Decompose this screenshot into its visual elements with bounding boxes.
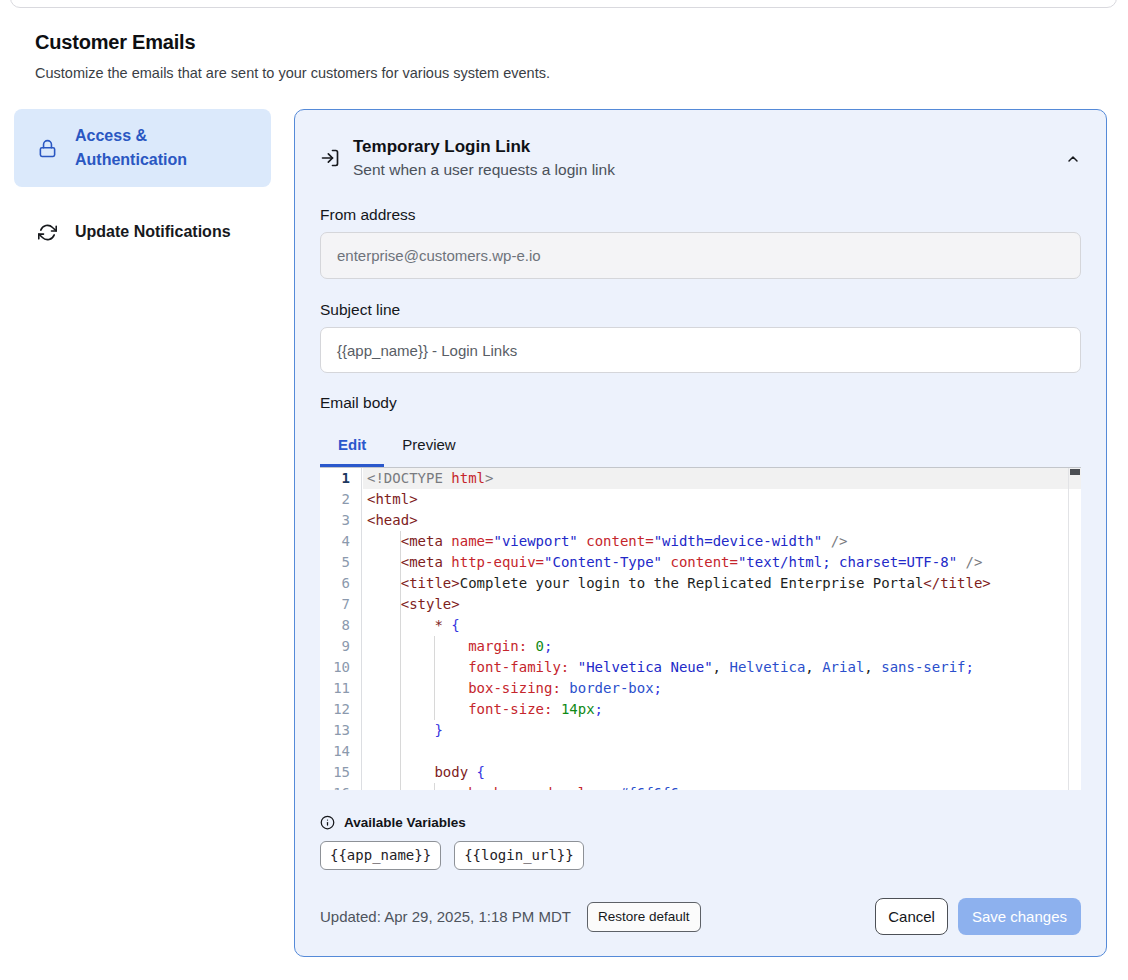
code-line[interactable]: <meta name="viewport" content="width=dev… bbox=[367, 531, 1068, 552]
editor-tabs: Edit Preview bbox=[320, 426, 1081, 468]
gutter: 12345678910111213141516 bbox=[320, 468, 362, 790]
line-number: 12 bbox=[320, 699, 361, 720]
variable-chip[interactable]: {{login_url}} bbox=[454, 841, 584, 870]
restore-default-button[interactable]: Restore default bbox=[587, 902, 701, 932]
code-editor[interactable]: 12345678910111213141516 <!DOCTYPE html><… bbox=[320, 467, 1081, 790]
available-variables-header: Available Variables bbox=[320, 815, 1081, 830]
card-subtitle: Sent when a user requests a login link bbox=[353, 161, 615, 179]
code-line[interactable]: body { bbox=[367, 762, 1068, 783]
card-footer: Updated: Apr 29, 2025, 1:18 PM MDT Resto… bbox=[320, 898, 1081, 935]
card-title: Temporary Login Link bbox=[353, 136, 615, 158]
code-lines[interactable]: <!DOCTYPE html><html><head> <meta name="… bbox=[363, 468, 1068, 790]
save-changes-button[interactable]: Save changes bbox=[958, 898, 1081, 935]
line-number: 16 bbox=[320, 783, 361, 790]
code-line[interactable] bbox=[367, 741, 1068, 762]
sidebar-item-label: Update Notifications bbox=[75, 220, 231, 244]
code-line[interactable]: <head> bbox=[367, 510, 1068, 531]
refresh-icon bbox=[38, 223, 57, 242]
subject-line-value: {{app_name}} - Login Links bbox=[337, 342, 517, 359]
sidebar-item-label: Access & Authentication bbox=[75, 124, 225, 172]
code-line[interactable]: <meta http-equiv="Content-Type" content=… bbox=[367, 552, 1068, 573]
from-address-value: enterprise@customers.wp-e.io bbox=[337, 247, 541, 264]
line-number: 6 bbox=[320, 573, 361, 594]
log-in-icon bbox=[320, 148, 340, 168]
line-number: 9 bbox=[320, 636, 361, 657]
page-title: Customer Emails bbox=[35, 31, 1128, 54]
card-header[interactable]: Temporary Login Link Sent when a user re… bbox=[320, 135, 1081, 179]
code-line[interactable]: box-sizing: border-box; bbox=[367, 678, 1068, 699]
code-line[interactable]: } bbox=[367, 720, 1068, 741]
line-number: 10 bbox=[320, 657, 361, 678]
code-line[interactable]: <!DOCTYPE html> bbox=[367, 468, 1068, 489]
line-number: 13 bbox=[320, 720, 361, 741]
line-number: 7 bbox=[320, 594, 361, 615]
sidebar: Access & Authentication Update Notificat… bbox=[14, 109, 271, 259]
tab-edit[interactable]: Edit bbox=[320, 426, 384, 468]
scrollbar-thumb[interactable] bbox=[1070, 469, 1080, 475]
from-address-input[interactable]: enterprise@customers.wp-e.io bbox=[320, 232, 1081, 279]
variable-chips: {{app_name}} {{login_url}} bbox=[320, 841, 1081, 870]
line-number: 2 bbox=[320, 489, 361, 510]
page-subtitle: Customize the emails that are sent to yo… bbox=[35, 65, 1128, 81]
email-body-label: Email body bbox=[320, 394, 1081, 412]
line-number: 3 bbox=[320, 510, 361, 531]
chevron-up-icon[interactable] bbox=[1065, 151, 1081, 167]
tab-preview[interactable]: Preview bbox=[384, 426, 473, 468]
code-line[interactable]: font-family: "Helvetica Neue", Helvetica… bbox=[367, 657, 1068, 678]
line-number: 15 bbox=[320, 762, 361, 783]
code-line[interactable]: <style> bbox=[367, 594, 1068, 615]
customer-emails-page: Customer Emails Customize the emails tha… bbox=[0, 0, 1128, 980]
layout: Access & Authentication Update Notificat… bbox=[0, 109, 1128, 957]
available-variables-label: Available Variables bbox=[344, 815, 466, 830]
code-line[interactable]: <title>Complete your login to the Replic… bbox=[367, 573, 1068, 594]
updated-timestamp: Updated: Apr 29, 2025, 1:18 PM MDT bbox=[320, 908, 571, 925]
subject-line-label: Subject line bbox=[320, 301, 1081, 319]
editor-scrollbar[interactable] bbox=[1068, 468, 1081, 790]
from-address-label: From address bbox=[320, 206, 1081, 224]
sidebar-item-access-authentication[interactable]: Access & Authentication bbox=[14, 109, 271, 187]
line-number: 5 bbox=[320, 552, 361, 573]
line-number: 11 bbox=[320, 678, 361, 699]
lock-icon bbox=[38, 139, 57, 158]
previous-card-edge bbox=[10, 0, 1117, 8]
temporary-login-link-card: Temporary Login Link Sent when a user re… bbox=[294, 109, 1107, 957]
sidebar-item-update-notifications[interactable]: Update Notifications bbox=[14, 205, 271, 259]
code-line[interactable]: background-color: #f6f6f6; bbox=[367, 783, 1068, 790]
info-icon bbox=[320, 815, 335, 830]
line-number: 1 bbox=[320, 468, 361, 489]
code-line[interactable]: <html> bbox=[367, 489, 1068, 510]
line-number: 14 bbox=[320, 741, 361, 762]
code-line[interactable]: * { bbox=[367, 615, 1068, 636]
variable-chip[interactable]: {{app_name}} bbox=[320, 841, 441, 870]
code-line[interactable]: font-size: 14px; bbox=[367, 699, 1068, 720]
line-number: 8 bbox=[320, 615, 361, 636]
cancel-button[interactable]: Cancel bbox=[875, 898, 948, 935]
line-number: 4 bbox=[320, 531, 361, 552]
subject-line-input[interactable]: {{app_name}} - Login Links bbox=[320, 327, 1081, 373]
code-line[interactable]: margin: 0; bbox=[367, 636, 1068, 657]
